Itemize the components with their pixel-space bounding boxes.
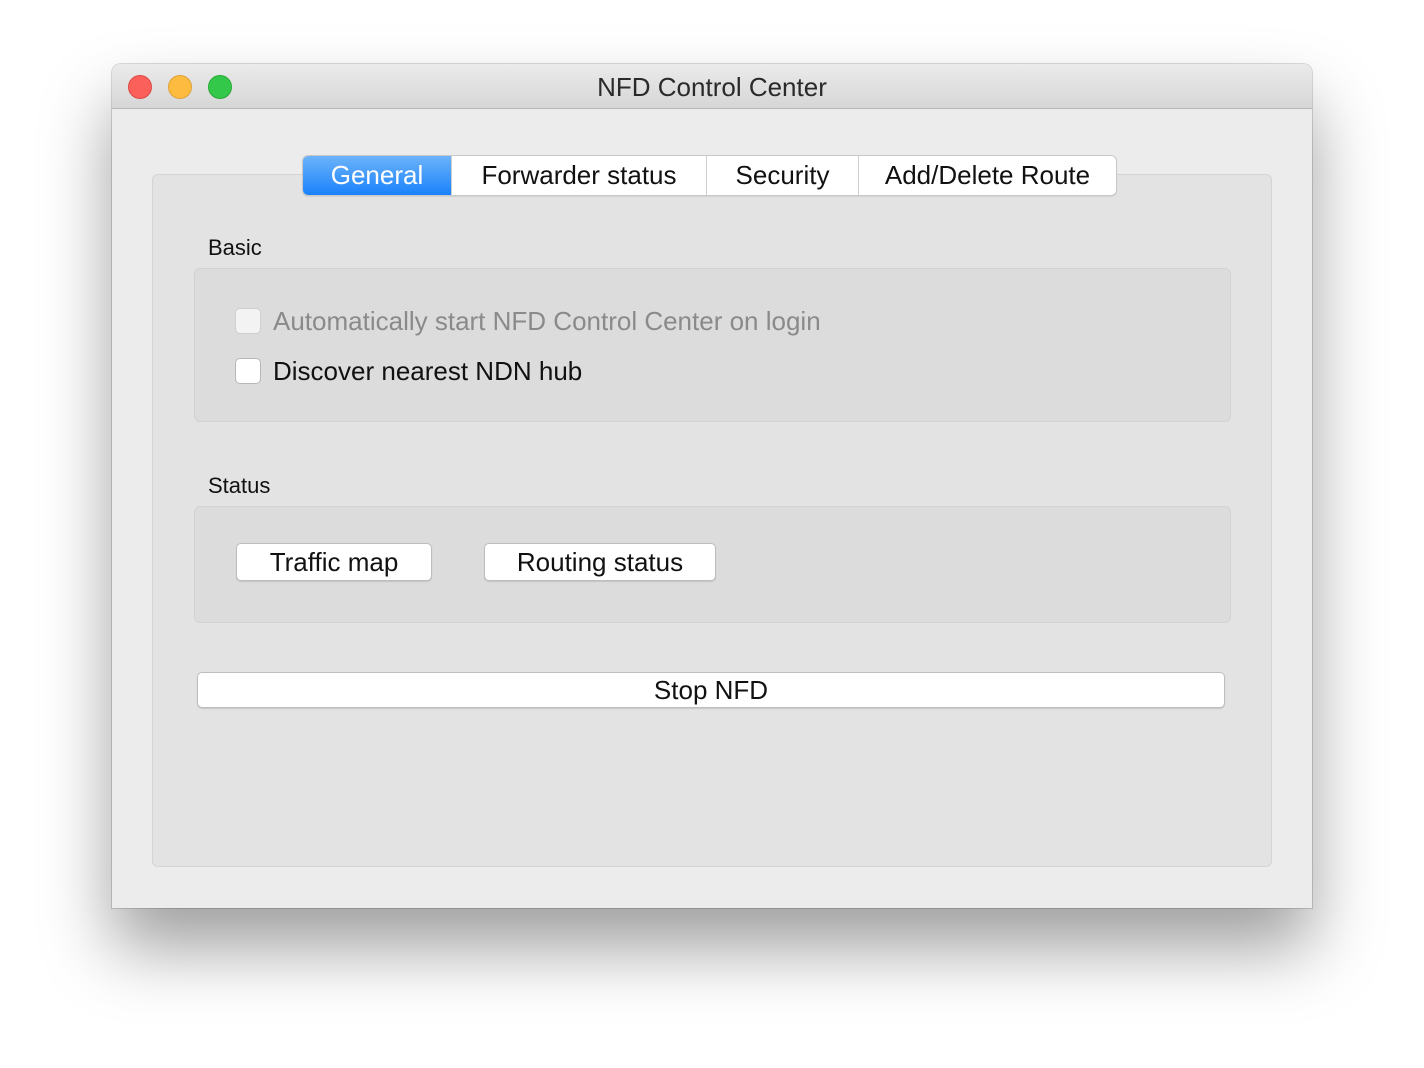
routing-status-button[interactable]: Routing status: [484, 543, 716, 581]
tab-security[interactable]: Security: [707, 156, 859, 195]
tab-bar: General Forwarder status Security Add/De…: [302, 155, 1117, 196]
app-window: NFD Control Center Basic Automatically s…: [112, 64, 1312, 908]
title-bar[interactable]: NFD Control Center: [112, 64, 1312, 109]
auto-start-label: Automatically start NFD Control Center o…: [273, 305, 821, 336]
auto-start-checkbox: [235, 308, 261, 334]
status-group-box: Traffic map Routing status: [194, 506, 1231, 623]
tab-add-delete-route[interactable]: Add/Delete Route: [859, 156, 1116, 195]
status-group-label: Status: [208, 473, 271, 498]
discover-hub-label[interactable]: Discover nearest NDN hub: [273, 356, 582, 387]
discover-hub-option[interactable]: Discover nearest NDN hub: [235, 356, 582, 386]
traffic-map-button[interactable]: Traffic map: [236, 543, 432, 581]
discover-hub-checkbox[interactable]: [235, 358, 261, 384]
auto-start-option: Automatically start NFD Control Center o…: [235, 306, 821, 336]
tab-forwarder-status[interactable]: Forwarder status: [452, 156, 707, 195]
tab-pane-general: Basic Automatically start NFD Control Ce…: [152, 174, 1272, 867]
basic-group-label: Basic: [208, 235, 262, 260]
window-title: NFD Control Center: [597, 72, 827, 102]
tab-general[interactable]: General: [303, 156, 452, 195]
basic-group-box: Automatically start NFD Control Center o…: [194, 268, 1231, 422]
stop-nfd-button[interactable]: Stop NFD: [197, 672, 1225, 708]
